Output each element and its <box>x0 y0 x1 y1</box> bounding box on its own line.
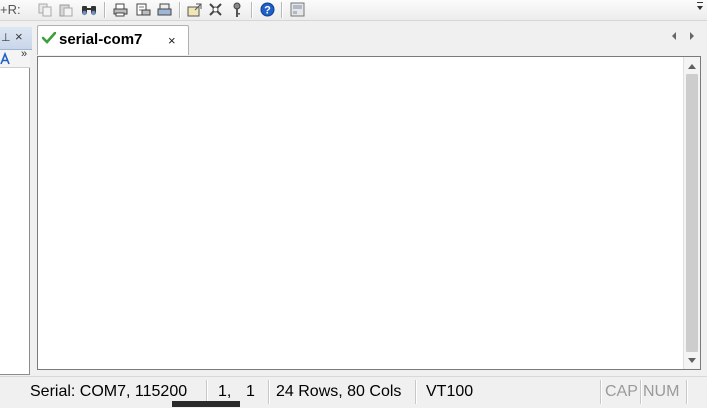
key-icon <box>233 2 241 17</box>
status-cursor-col: 1 <box>246 383 255 400</box>
find-button[interactable] <box>80 1 98 18</box>
svg-text:?: ? <box>264 5 271 17</box>
toolbar-separator <box>104 2 105 18</box>
toolbar: +R: ? <box>0 0 707 21</box>
status-num-lock: NUM <box>643 383 680 400</box>
print-icon <box>113 3 127 16</box>
toolbar-separator <box>281 2 282 18</box>
help-button[interactable]: ? <box>258 1 276 18</box>
shortcut-label: +R: <box>0 2 21 17</box>
paste-button[interactable] <box>57 1 75 18</box>
dock-toolbar: » <box>0 48 30 68</box>
settings-button[interactable] <box>185 1 203 18</box>
status-emulation: VT100 <box>426 383 474 400</box>
tab-scroll-right-icon[interactable] <box>690 32 694 40</box>
keymap-button[interactable] <box>206 1 224 18</box>
about-icon <box>290 2 304 17</box>
dock-panel-body[interactable] <box>0 68 30 375</box>
background-strip <box>172 401 240 407</box>
keymap-icon <box>208 3 222 16</box>
tab-serial-com7[interactable]: serial-com7 × <box>37 25 189 55</box>
status-divider <box>415 380 416 404</box>
connected-check-icon <box>42 32 56 44</box>
vertical-scrollbar[interactable] <box>683 57 700 369</box>
settings-icon <box>187 3 201 16</box>
print-preview-icon <box>136 3 150 15</box>
print-preview-button[interactable] <box>134 1 152 18</box>
copy-button[interactable] <box>36 1 54 18</box>
print-setup-button[interactable] <box>155 1 173 18</box>
key-button[interactable] <box>228 1 246 18</box>
help-icon: ? <box>260 2 274 17</box>
terminal-view[interactable] <box>37 56 701 370</box>
status-divider <box>600 380 601 404</box>
dock-more-icon[interactable]: » <box>21 48 27 60</box>
print-setup-icon <box>157 3 171 15</box>
status-connection: Serial: COM7, 115200 <box>30 383 188 400</box>
dock-panel-header: ⊥ × <box>0 27 32 50</box>
tab-title: serial-com7 <box>59 31 143 48</box>
toolbar-separator <box>251 2 252 18</box>
paste-icon <box>59 4 73 16</box>
status-bar: Serial: COM7, 115200 1, 1 24 Rows, 80 Co… <box>0 376 707 408</box>
about-button[interactable] <box>288 1 306 18</box>
status-divider <box>268 380 269 404</box>
tab-scroll-left-icon[interactable] <box>672 32 676 40</box>
scroll-up-icon[interactable] <box>687 59 697 73</box>
left-dock-panel: ⊥ × » <box>0 21 32 376</box>
print-button[interactable] <box>111 1 129 18</box>
dock-close-icon[interactable]: × <box>15 29 23 44</box>
pin-icon[interactable]: ⊥ <box>1 31 11 44</box>
status-divider <box>640 380 641 404</box>
font-icon[interactable] <box>0 52 12 66</box>
status-caps-lock: CAP <box>605 383 638 400</box>
toolbar-overflow-icon[interactable] <box>697 2 703 10</box>
tab-close-icon[interactable]: × <box>168 33 176 48</box>
status-divider <box>686 380 687 404</box>
copy-icon <box>38 3 52 16</box>
status-terminal-size: 24 Rows, 80 Cols <box>276 383 402 400</box>
toolbar-separator <box>179 2 180 18</box>
status-cursor-row: 1, <box>218 383 232 400</box>
find-icon <box>82 5 96 15</box>
scroll-down-icon[interactable] <box>687 353 697 367</box>
scroll-thumb[interactable] <box>686 74 698 352</box>
